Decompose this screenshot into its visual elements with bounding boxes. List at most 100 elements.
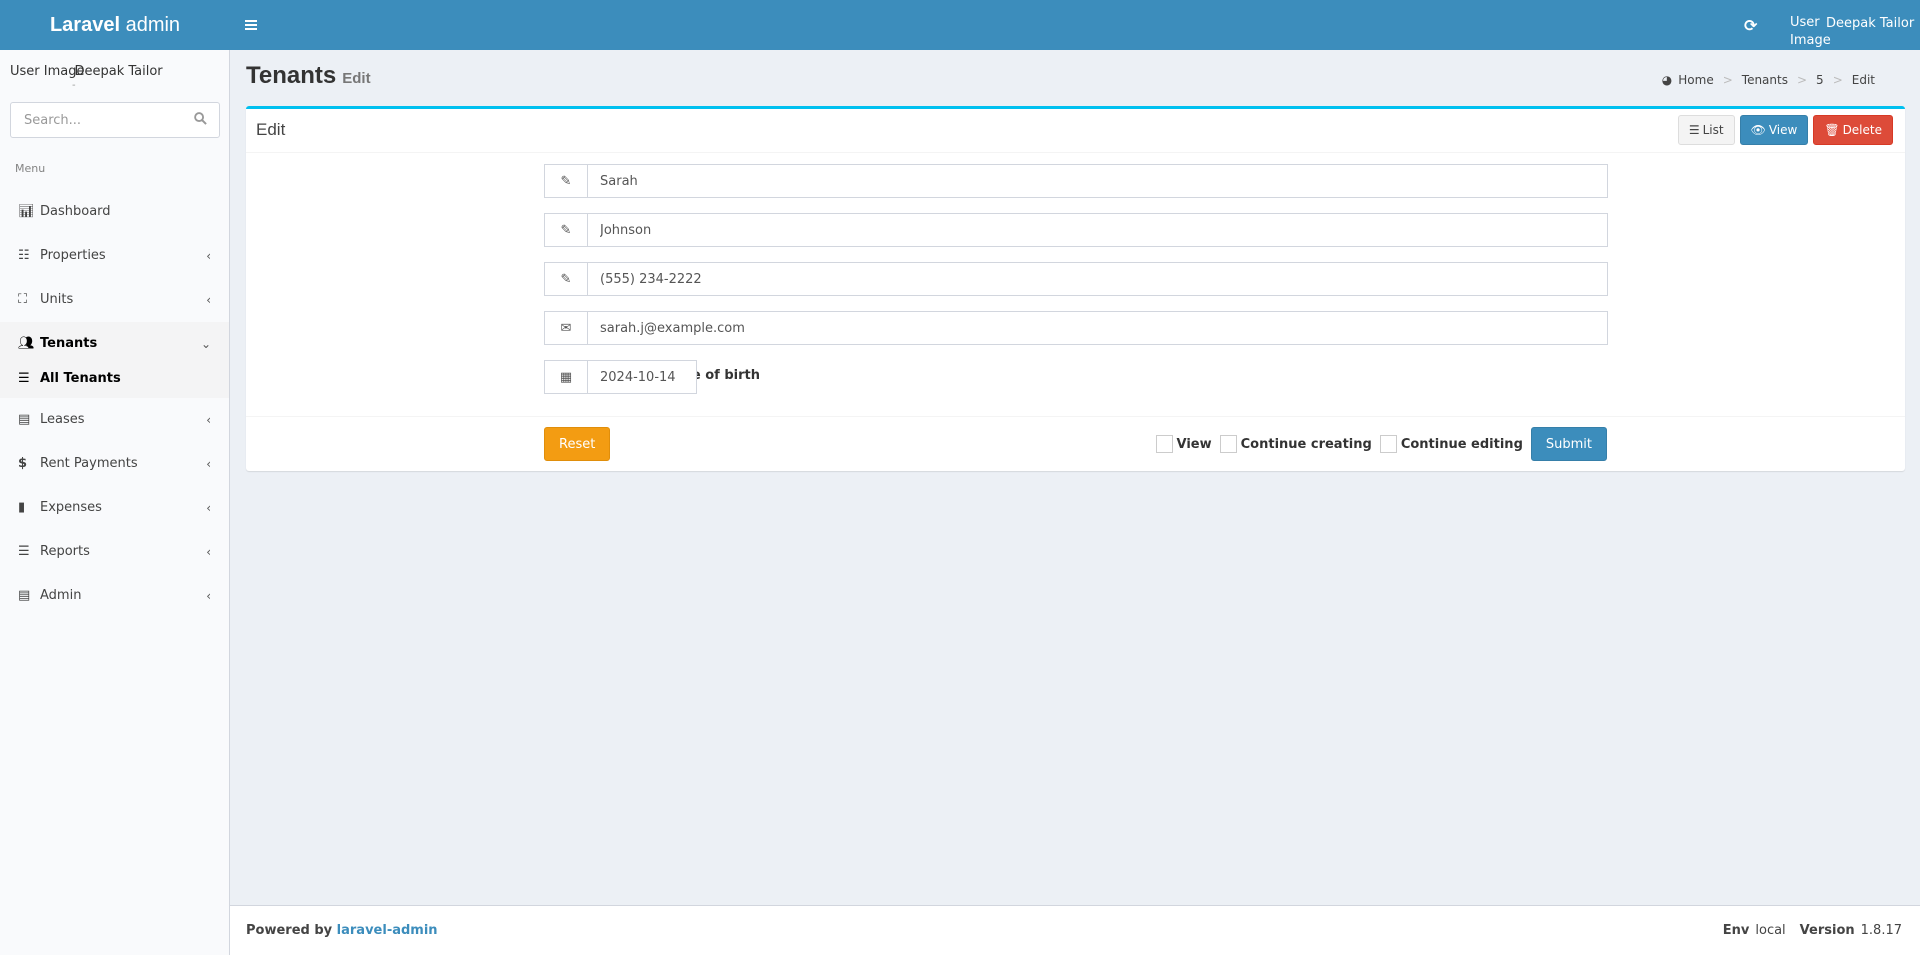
- first-name-input-group: ✎: [544, 164, 1608, 198]
- powered-by: Powered by laravel-admin: [246, 923, 438, 938]
- tasks-icon: ▤: [18, 588, 31, 603]
- form-row-date-of-birth: Date of birth ▦: [246, 360, 1905, 394]
- reset-button[interactable]: Reset: [544, 427, 611, 461]
- logo-rest: admin: [120, 14, 181, 36]
- breadcrumb-current: Edit: [1851, 73, 1875, 87]
- users-icon: 👥︎: [18, 336, 35, 351]
- form-row-email: Email ✉: [246, 311, 1905, 345]
- last-name-input[interactable]: [588, 213, 1608, 247]
- sidebar-subitem-all-tenants[interactable]: ☰ All Tenants: [0, 366, 229, 398]
- sidebar: User ImageDeepak Tailor - Menu 📊︎ Dashboa…: [0, 50, 230, 955]
- after-save-options: View Continue creating Continue editing …: [1155, 427, 1607, 461]
- continue-creating-checkbox[interactable]: [1219, 435, 1237, 453]
- sidebar-menu: 📊︎ Dashboard ☷ Properties ‹ ⛶ Units ‹ 👥︎ Tenan…: [0, 190, 229, 618]
- chevron-left-icon: ‹: [206, 293, 211, 307]
- sidebar-item-admin[interactable]: ▤ Admin ‹: [0, 574, 229, 618]
- search-input[interactable]: [11, 103, 181, 137]
- sidebar-item-dashboard[interactable]: 📊︎ Dashboard: [0, 190, 229, 234]
- list-icon: ☷: [18, 248, 30, 263]
- sidebar-item-label: Admin: [40, 588, 82, 603]
- breadcrumb-id[interactable]: 5: [1816, 73, 1824, 87]
- page-subtitle: Edit: [342, 70, 371, 87]
- breadcrumb-tenants[interactable]: Tenants: [1742, 73, 1788, 87]
- sidebar-item-units[interactable]: ⛶ Units ‹: [0, 278, 229, 322]
- list-button[interactable]: ☰ List: [1677, 115, 1735, 145]
- envelope-icon: ✉: [544, 311, 588, 345]
- view-checkbox[interactable]: [1155, 435, 1173, 453]
- box-header: Edit ☰ List 👁︎ View 🗑︎ Delete: [246, 109, 1905, 153]
- box-title: Edit: [256, 120, 286, 139]
- sidebar-item-expenses[interactable]: ▮ Expenses ‹: [0, 486, 229, 530]
- last-name-input-group: ✎: [544, 213, 1608, 247]
- breadcrumb-home[interactable]: Home: [1678, 73, 1713, 87]
- logo[interactable]: Laravel admin: [0, 0, 230, 50]
- first-name-input[interactable]: [588, 164, 1608, 198]
- phone-number-input[interactable]: [588, 262, 1608, 296]
- breadcrumb: ◕ Home > Tenants > 5 > Edit: [1662, 73, 1875, 87]
- dashboard-icon: ◕: [1661, 73, 1673, 87]
- refresh-button[interactable]: ⟳: [1744, 16, 1757, 35]
- eye-icon: 👁︎: [1750, 123, 1766, 137]
- trash-icon: 🗑︎: [1824, 123, 1840, 137]
- env-value: local: [1755, 923, 1786, 938]
- email-input-group: ✉: [544, 311, 1608, 345]
- phone-number-input-group: ✎: [544, 262, 1608, 296]
- user-status: -: [72, 80, 76, 91]
- delete-button-label: Delete: [1842, 123, 1882, 137]
- sidebar-item-label: Expenses: [40, 500, 102, 515]
- chevron-left-icon: ‹: [206, 413, 211, 427]
- menu-header: Menu: [15, 162, 46, 175]
- sidebar-item-rent-payments[interactable]: $ Rent Payments ‹: [0, 442, 229, 486]
- page-footer: Powered by laravel-admin Env local Version…: [230, 905, 1920, 955]
- continue-creating-checkbox-label[interactable]: Continue creating: [1219, 435, 1372, 453]
- sidebar-item-tenants[interactable]: 👥︎ Tenants ⌄: [0, 322, 229, 366]
- chevron-left-icon: ‹: [206, 589, 211, 603]
- version-label: Version: [1799, 923, 1855, 938]
- sidebar-item-label: Units: [40, 292, 74, 307]
- sidebar-toggle-button[interactable]: [236, 0, 266, 50]
- header-user-image[interactable]: User Image: [1790, 14, 1831, 50]
- version-value: 1.8.17: [1860, 923, 1902, 938]
- sidebar-item-leases[interactable]: ▤ Leases ‹: [0, 398, 229, 442]
- view-checkbox-text: View: [1176, 436, 1212, 452]
- pencil-icon: ✎: [544, 213, 588, 247]
- user-panel: User ImageDeepak Tailor -: [10, 64, 163, 91]
- sidebar-item-label: Tenants: [40, 336, 98, 351]
- sidebar-item-reports[interactable]: ☰ Reports ‹: [0, 530, 229, 574]
- delete-button[interactable]: 🗑︎ Delete: [1813, 115, 1893, 145]
- hamburger-icon: [245, 24, 257, 26]
- box-footer: Reset View Continue creating Continue ed…: [246, 416, 1905, 471]
- env-label: Env: [1722, 923, 1750, 938]
- bars-icon: ☰: [18, 544, 30, 559]
- breadcrumb-separator: >: [1796, 73, 1808, 87]
- breadcrumb-separator: >: [1832, 73, 1843, 87]
- sidebar-item-properties[interactable]: ☷ Properties ‹: [0, 234, 229, 278]
- search-icon[interactable]: [194, 112, 207, 125]
- date-of-birth-input[interactable]: [588, 360, 697, 394]
- email-input[interactable]: [588, 311, 1608, 345]
- chevron-left-icon: ‹: [206, 501, 211, 515]
- chevron-down-icon: ⌄: [200, 337, 211, 351]
- continue-editing-checkbox-label[interactable]: Continue editing: [1379, 435, 1523, 453]
- view-checkbox-label[interactable]: View: [1155, 435, 1212, 453]
- view-button[interactable]: 👁︎ View: [1739, 115, 1809, 145]
- bar-chart-icon: 📊︎: [18, 204, 35, 219]
- header-user-name[interactable]: Deepak Tailor: [1826, 16, 1914, 31]
- list-button-label: List: [1702, 123, 1724, 137]
- sidebar-search: [10, 102, 220, 138]
- continue-editing-checkbox[interactable]: [1379, 435, 1397, 453]
- sidebar-item-label: Rent Payments: [40, 456, 138, 471]
- pencil-icon: ✎: [544, 164, 588, 198]
- laravel-admin-link[interactable]: laravel-admin: [337, 923, 438, 938]
- box-tools: ☰ List 👁︎ View 🗑︎ Delete: [1677, 115, 1893, 145]
- sidebar-item-label: Properties: [40, 248, 106, 263]
- calendar-icon: ▦: [544, 360, 588, 394]
- env-version: Env local Version 1.8.17: [1709, 923, 1902, 938]
- submit-button[interactable]: Submit: [1530, 427, 1607, 461]
- powered-by-text: Powered by: [246, 923, 337, 938]
- form-row-first-name: First name ✎: [246, 164, 1905, 198]
- edit-form-box: Edit ☰List 👁︎View 🗑︎Delete First name ✎ …: [246, 106, 1905, 471]
- view-button-label: View: [1768, 123, 1798, 137]
- sidebar-item-label: Dashboard: [40, 204, 111, 219]
- tasks-icon: ▤: [18, 412, 31, 427]
